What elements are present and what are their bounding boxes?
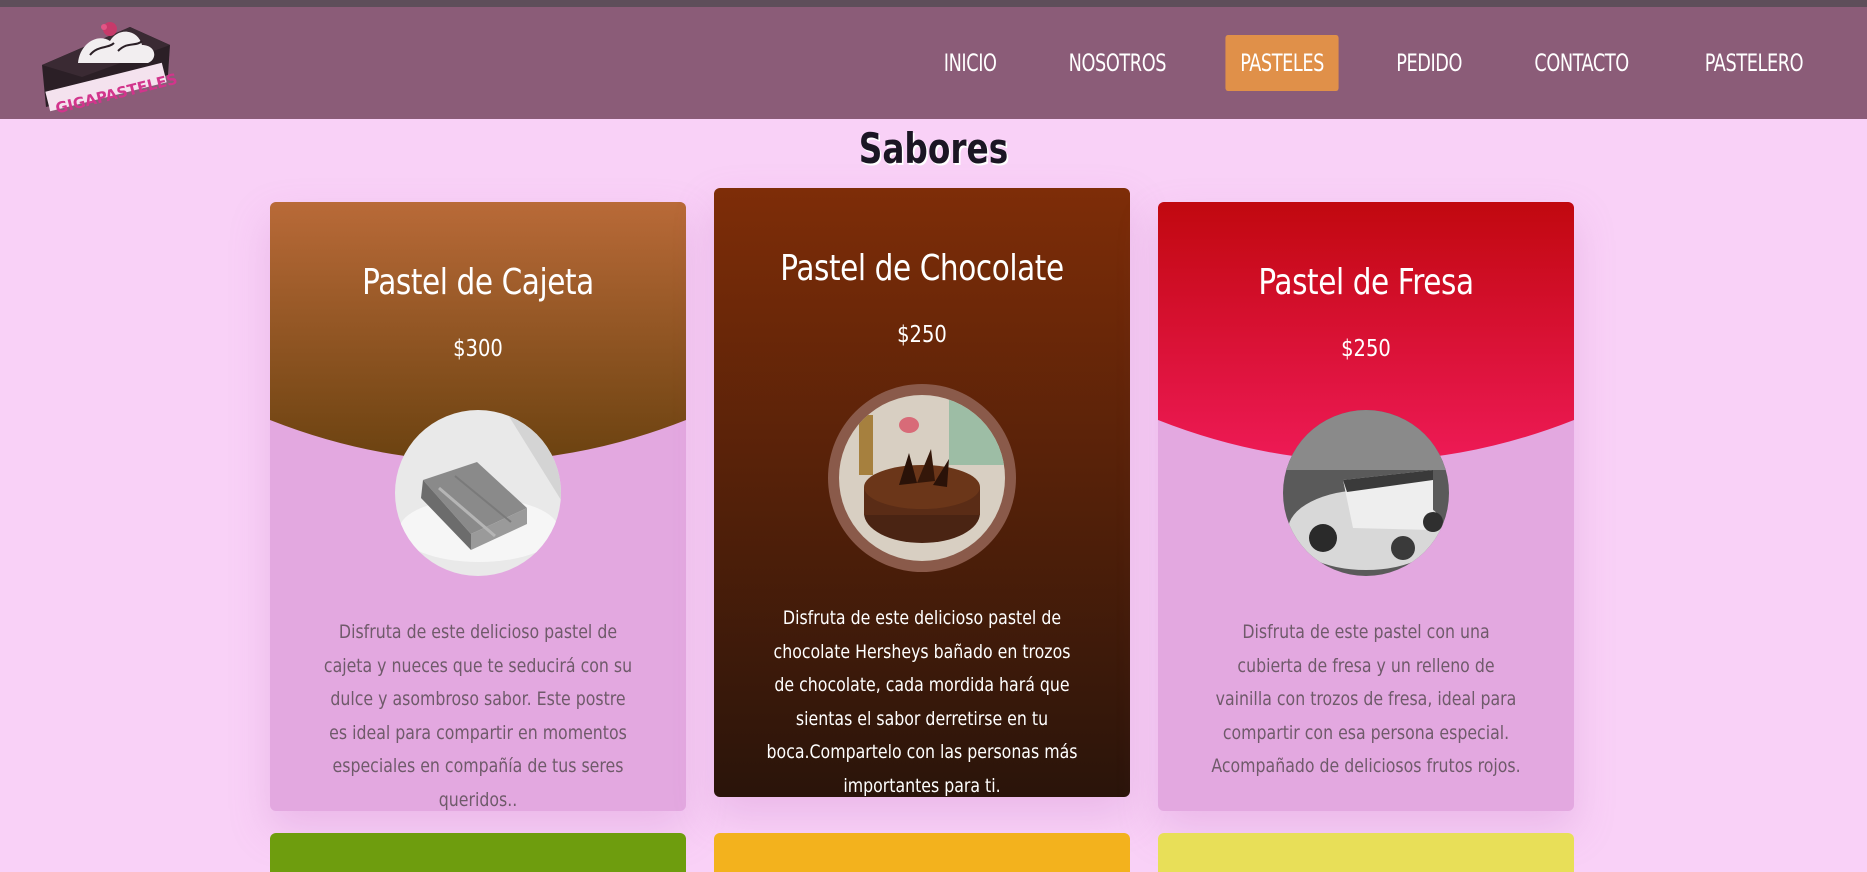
card-description: Disfruta de este pastel con una cubierta… [1208, 616, 1524, 784]
nav-item-pasteles[interactable]: PASTELES [1225, 35, 1340, 91]
card-title: Pastel de Fresa [1258, 262, 1474, 303]
nav-item-inicio[interactable]: INICIO [929, 35, 1011, 91]
card-price: $250 [897, 322, 947, 348]
card-title: Pastel de Cajeta [362, 262, 594, 303]
card-title: Pastel de Chocolate [780, 248, 1064, 289]
card-next-row-1 [270, 833, 686, 872]
cake-logo-icon: GIGAPASTELES [42, 22, 179, 118]
site-header: GIGAPASTELES INICIO NOSOTROS PASTELES PEDID… [0, 7, 1867, 119]
section-title: Sabores [858, 124, 1009, 173]
card-price: $250 [1341, 336, 1391, 362]
window-top-strip [0, 0, 1867, 7]
card-description: Disfruta de este delicioso pastel de caj… [320, 616, 636, 811]
card-next-row-2 [714, 833, 1130, 872]
nav-item-nosotros[interactable]: NOSOTROS [1054, 35, 1181, 91]
chocolate-cake-image [828, 384, 1016, 572]
card-description-text: Disfruta de este delicioso pastel de caj… [323, 621, 633, 811]
card-description-text: Disfruta de este delicioso pastel de cho… [766, 607, 1078, 797]
card-next-row-3 [1158, 833, 1574, 872]
nav-item-contacto[interactable]: CONTACTO [1519, 35, 1643, 91]
card-description-text: Disfruta de este pastel con una cubierta… [1211, 621, 1521, 777]
card-description: Disfruta de este delicioso pastel de cho… [764, 602, 1080, 797]
site-logo[interactable]: GIGAPASTELES [38, 15, 179, 118]
nav-item-pedido[interactable]: PEDIDO [1381, 35, 1476, 91]
cajeta-cake-image [395, 410, 561, 576]
fresa-cake-image [1283, 410, 1449, 576]
card-fresa: Pastel de Fresa $250 Disfruta de este pa… [1158, 202, 1574, 811]
card-price: $300 [453, 336, 503, 362]
nav-item-pastelero[interactable]: PASTELERO [1690, 35, 1818, 91]
card-chocolate: Pastel de Chocolate $250 Disfruta de est… [714, 188, 1130, 797]
main-nav: INICIO NOSOTROS PASTELES PEDIDO CONTACTO PAST… [901, 35, 1832, 91]
card-cajeta: Pastel de Cajeta $300 Disfruta de este d… [270, 202, 686, 811]
